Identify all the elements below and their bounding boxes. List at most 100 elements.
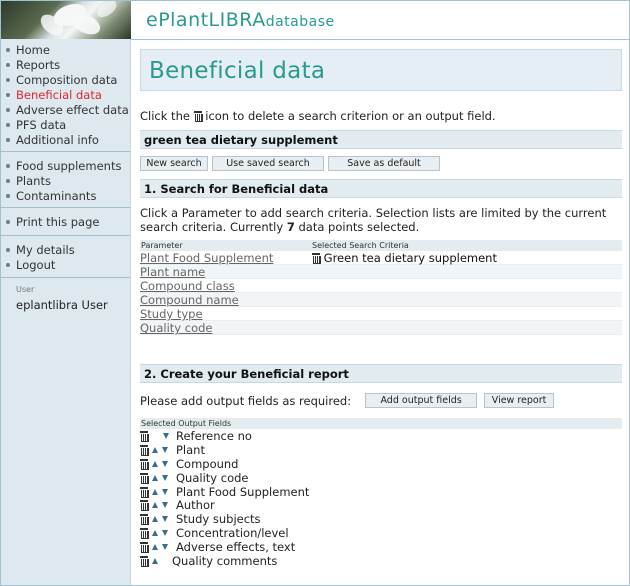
header-divider [131,39,629,40]
section2-title: 2. Create your Beneficial report [144,367,349,381]
logo-image[interactable] [1,1,131,39]
output-field-label: Plant [176,442,205,457]
move-down-icon[interactable] [163,432,169,439]
nav-label: Additional info [16,132,99,147]
trash-icon[interactable] [140,542,149,554]
nav-label: Plants [16,173,51,188]
intro-after: icon to delete a search criterion or an … [205,109,496,123]
trash-icon[interactable] [140,500,149,512]
nav-label: Composition data [16,72,118,87]
criteria-table: Plant Food Supplement Green tea dietary … [140,251,622,335]
bullet-icon [6,122,10,127]
section1-desc-b: data points selected. [298,220,420,234]
move-up-icon[interactable] [152,530,158,537]
move-up-icon[interactable] [152,544,158,551]
nav-item-contaminants[interactable]: Contaminants [1,188,130,203]
move-down-icon[interactable] [162,544,168,551]
add-output-fields-button[interactable]: Add output fields [365,393,478,408]
nav-item-home[interactable]: Home [1,42,130,57]
move-down-icon[interactable] [162,516,168,523]
parameter-link-compound-class[interactable]: Compound class [140,279,312,293]
save-as-default-button[interactable]: Save as default [328,156,440,171]
user-name: eplantlibra User [16,298,108,312]
output-field-controls [140,472,176,484]
nav-item-beneficial-data[interactable]: Beneficial data [1,87,130,102]
output-field-row: Plant [140,443,622,457]
nav-item-logout[interactable]: Logout [1,257,130,272]
trash-icon[interactable] [140,472,149,484]
move-down-icon[interactable] [162,446,168,453]
move-up-icon[interactable] [152,488,158,495]
output-field-label: Compound [176,456,239,471]
user-block: User eplantlibra User [1,278,130,312]
nav-item-my-details[interactable]: My details [1,242,130,257]
nav-item-print[interactable]: Print this page [1,214,130,229]
output-field-label: Study subjects [176,512,261,527]
section1-header: 1. Search for Beneficial data [140,179,622,198]
trash-icon[interactable] [140,444,149,456]
output-field-row: Study subjects [140,512,622,526]
trash-icon[interactable] [140,555,149,567]
move-down-icon[interactable] [162,530,168,537]
site-brand[interactable]: ePlantLIBRAdatabase [146,9,335,31]
output-field-controls [140,542,176,554]
nav-item-food-supplements[interactable]: Food supplements [1,158,130,173]
move-down-icon[interactable] [162,474,168,481]
section1-title: 1. Search for Beneficial data [144,182,329,196]
output-prompt-line: Please add output fields as required: Ad… [140,393,622,408]
nav-item-adverse-effect-data[interactable]: Adverse effect data [1,102,130,117]
output-field-controls [140,444,176,456]
trash-icon[interactable] [140,486,149,498]
parameter-link-quality-code[interactable]: Quality code [140,321,312,335]
move-up-icon[interactable] [152,446,158,453]
intro-before: Click the [140,109,190,123]
parameter-link-plant-food-supplement[interactable]: Plant Food Supplement [140,251,312,265]
nav-group-lookups: Food supplements Plants Contaminants [1,152,130,208]
move-up-icon[interactable] [152,502,158,509]
move-up-icon[interactable] [152,557,158,564]
bullet-icon [6,62,10,67]
output-field-label: Quality code [176,470,249,485]
output-field-controls [140,430,176,442]
move-up-icon[interactable] [152,474,158,481]
nav-group-print: Print this page [1,208,130,236]
nav-item-plants[interactable]: Plants [1,173,130,188]
nav-label: My details [16,242,75,257]
output-field-controls [140,528,176,540]
search-button-row: New search Use saved search Save as defa… [140,156,622,171]
use-saved-search-button[interactable]: Use saved search [212,156,324,171]
move-down-icon[interactable] [162,460,168,467]
parameter-link-study-type[interactable]: Study type [140,307,312,321]
nav-item-additional-info[interactable]: Additional info [1,132,130,147]
nav-label: PFS data [16,117,67,132]
bullet-icon [6,178,10,183]
nav-item-composition-data[interactable]: Composition data [1,72,130,87]
nav-label: Print this page [16,214,100,229]
trash-icon[interactable] [140,430,149,442]
nav-item-reports[interactable]: Reports [1,57,130,72]
move-down-icon[interactable] [162,502,168,509]
criterion-value-text: Green tea dietary supplement [323,251,497,265]
trash-icon[interactable] [140,514,149,526]
parameter-link-plant-name[interactable]: Plant name [140,265,312,279]
view-report-button[interactable]: View report [484,393,555,408]
trash-icon[interactable] [140,458,149,470]
new-search-button[interactable]: New search [140,156,208,171]
trash-icon [193,111,203,122]
nav-label: Contaminants [16,188,97,203]
move-up-icon[interactable] [152,516,158,523]
nav-group-account: My details Logout [1,236,130,278]
move-up-icon[interactable] [152,460,158,467]
trash-icon[interactable] [140,528,149,540]
bullet-icon [6,247,10,252]
output-field-row: Plant Food Supplement [140,485,622,499]
criteria-row: Plant Food Supplement Green tea dietary … [140,251,622,265]
output-prompt: Please add output fields as required: [140,393,352,408]
parameter-link-compound-name[interactable]: Compound name [140,293,312,307]
trash-icon[interactable] [312,253,321,264]
nav-item-pfs-data[interactable]: PFS data [1,117,130,132]
sidebar: Home Reports Composition data Beneficial… [1,39,131,585]
move-down-icon[interactable] [162,488,168,495]
bullet-icon [6,77,10,82]
output-field-label: Adverse effects, text [176,540,296,555]
